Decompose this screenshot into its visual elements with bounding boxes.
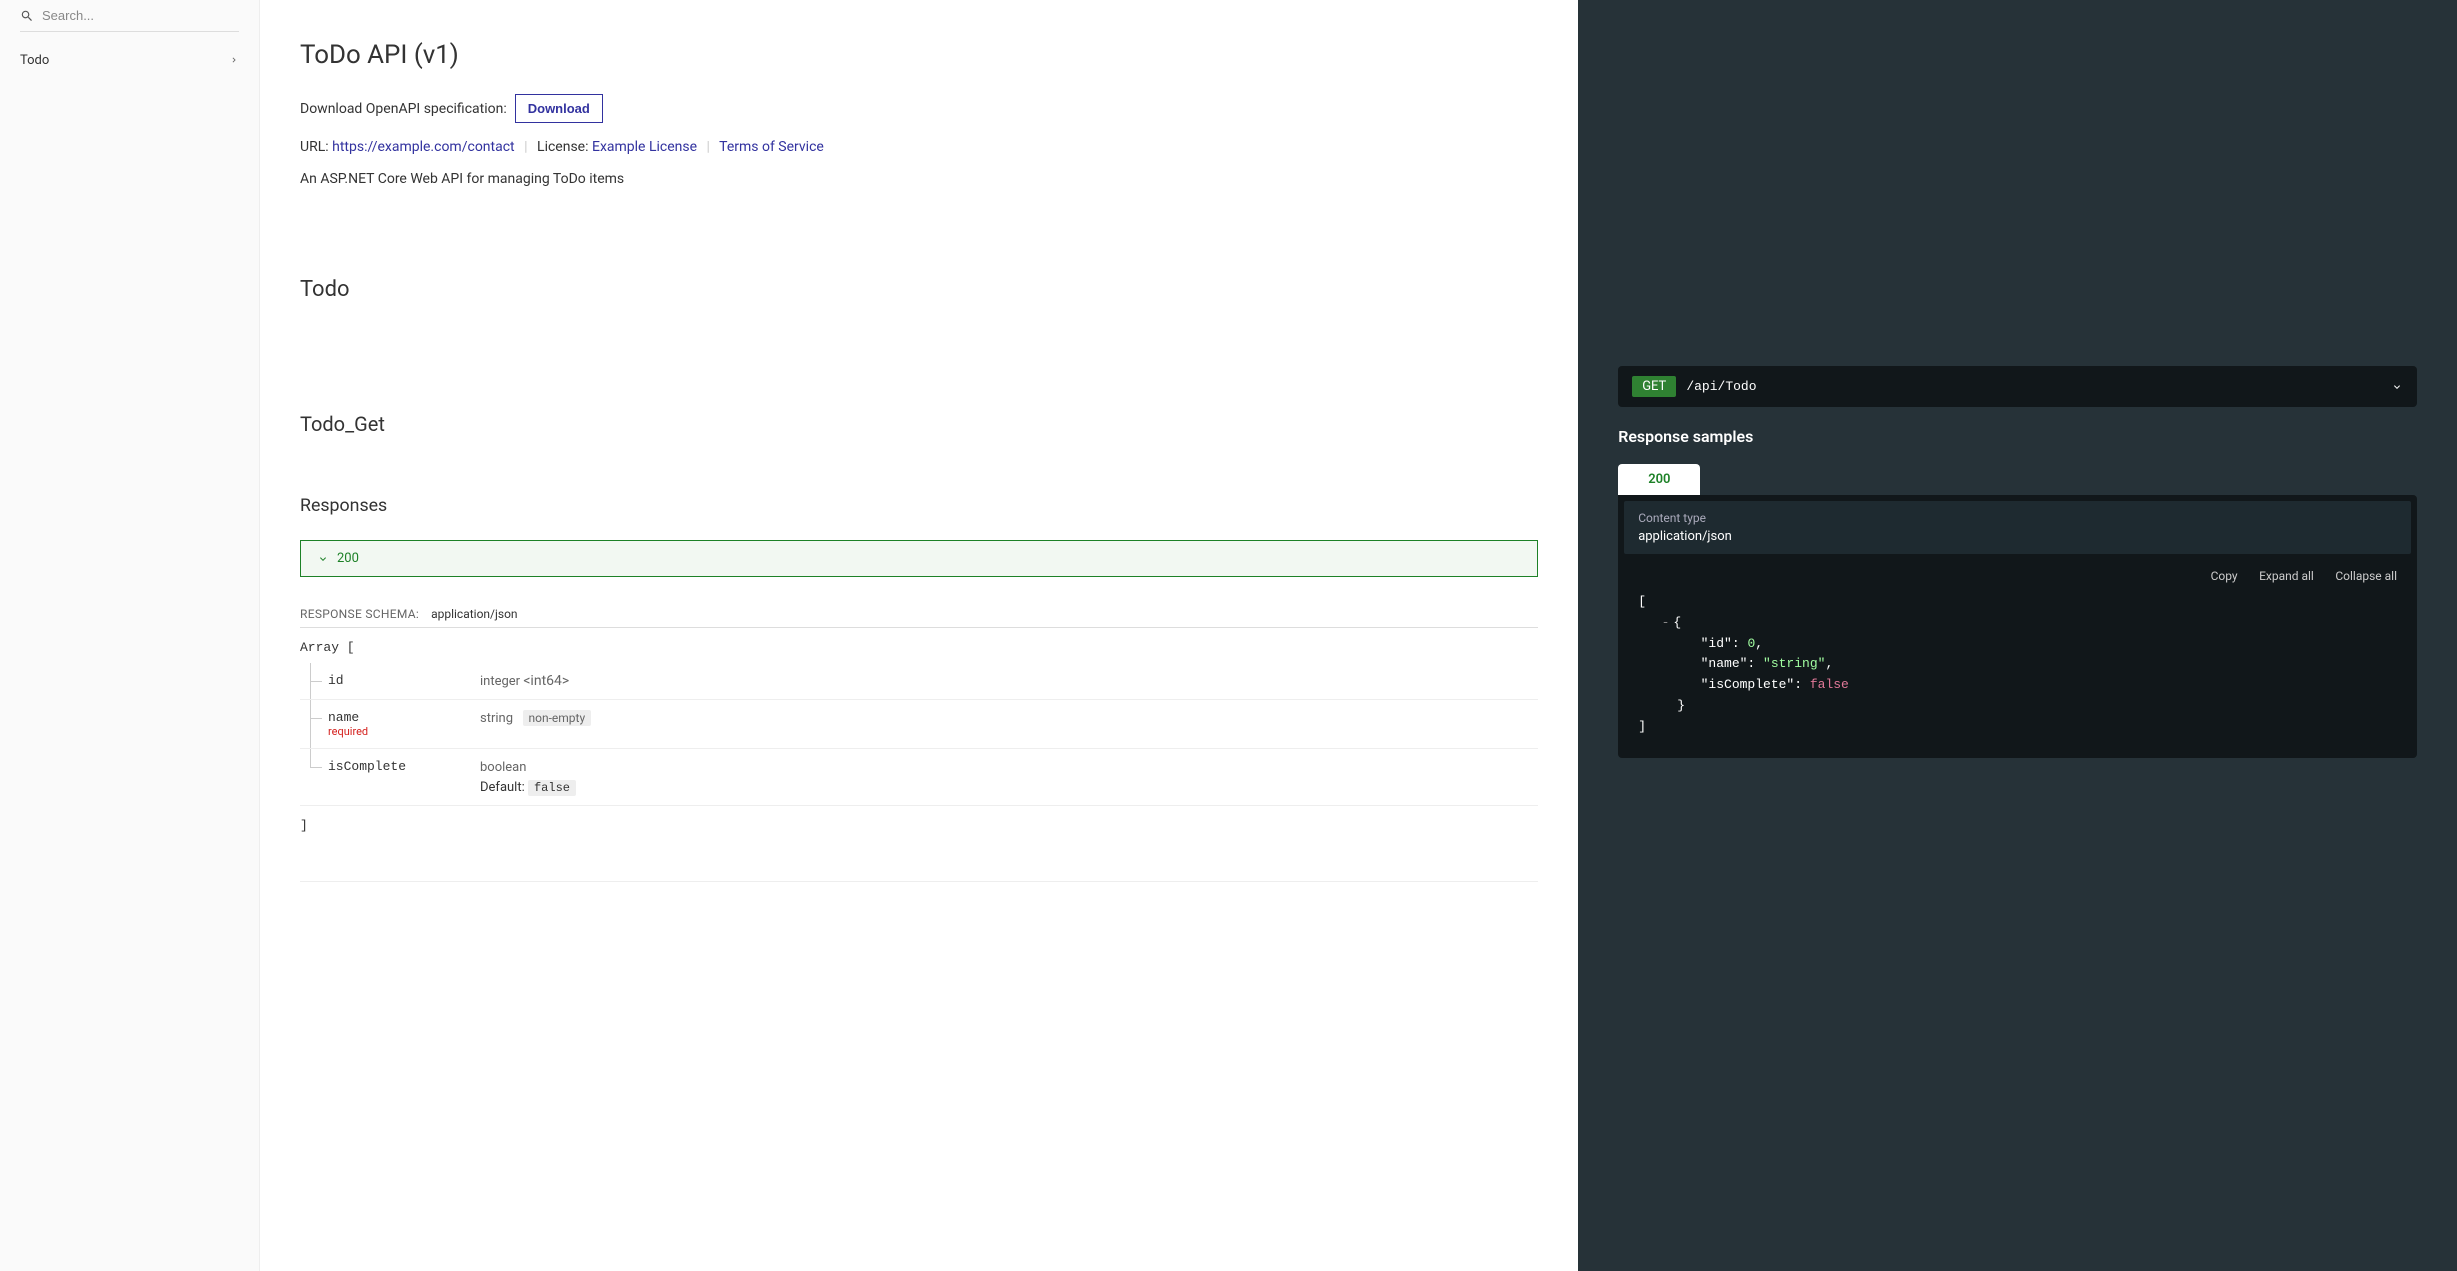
collapse-toggle[interactable]: - [1662,615,1670,630]
section-divider [300,881,1538,882]
chevron-down-icon [2391,381,2403,393]
sample-tabs: 200 [1618,464,2417,495]
default-value: false [528,780,576,796]
prop-row: isComplete boolean Default: false [300,749,1538,806]
separator: | [707,139,710,155]
download-button[interactable]: Download [515,94,603,123]
search-input[interactable] [42,8,239,23]
tab-200[interactable]: 200 [1618,464,1700,495]
api-title: ToDo API (v1) [300,40,1538,70]
content-column: ToDo API (v1) Download OpenAPI specifica… [260,0,1578,1271]
prop-name-cell[interactable]: name required [300,700,480,749]
responses-heading: Responses [300,496,1538,516]
code-actions: Copy Expand all Collapse all [1624,564,2411,592]
tag-heading: Todo [300,277,1538,302]
prop-name: id [328,673,344,688]
content-type-value: application/json [1638,529,2397,544]
prop-type: string [480,711,513,726]
tos-link[interactable]: Terms of Service [719,139,824,155]
sidebar-item-label: Todo [20,53,49,68]
default-label: Default: [480,780,528,795]
operation-heading: Todo_Get [300,412,1538,436]
url-label: URL: [300,139,332,155]
prop-type: integer [480,674,523,689]
prop-row: name required string non-empty [300,700,1538,749]
prop-type-cell: boolean Default: false [480,749,1538,806]
expand-all-button[interactable]: Expand all [2259,569,2314,583]
nonempty-badge: non-empty [523,710,592,726]
json-sample: [ -{ "id": 0, "name": "string", "isCompl… [1624,592,2411,752]
search-underline [20,31,239,32]
prop-type-cell: integer <int64> [480,663,1538,700]
prop-format: <int64> [523,673,569,689]
separator: | [524,139,527,155]
contact-url-link[interactable]: https://example.com/contact [332,139,515,155]
search-box[interactable] [0,0,259,31]
spec-label: Download OpenAPI specification: [300,101,507,117]
api-description: An ASP.NET Core Web API for managing ToD… [300,171,1538,187]
response-200-toggle[interactable]: 200 [300,540,1538,577]
prop-name-cell[interactable]: isComplete [300,749,480,806]
prop-name-cell[interactable]: id [300,663,480,700]
schema-table: id integer <int64> name required string … [300,663,1538,806]
prop-name: isComplete [328,759,406,774]
content-type-label: Content type [1638,511,2397,525]
meta-line: URL: https://example.com/contact | Licen… [300,139,1538,155]
license-link[interactable]: Example License [592,139,697,155]
response-samples-heading: Response samples [1618,427,2417,446]
schema-label: RESPONSE SCHEMA: [300,607,419,621]
chevron-right-icon [229,55,239,65]
array-open: Array [ [300,640,1538,655]
search-icon [20,9,34,23]
prop-row: id integer <int64> [300,663,1538,700]
sidebar: Todo [0,0,260,1271]
chevron-down-icon [317,553,329,565]
license-label: License: [537,139,592,155]
array-close: ] [300,818,1538,833]
http-method-badge: GET [1632,376,1676,397]
spec-download-line: Download OpenAPI specification: Download [300,94,1538,123]
collapse-all-button[interactable]: Collapse all [2335,569,2397,583]
schema-header: RESPONSE SCHEMA: application/json [300,607,1538,628]
copy-button[interactable]: Copy [2211,569,2238,583]
content-type-selector[interactable]: Content type application/json [1624,501,2411,554]
prop-name: name [328,710,359,725]
required-label: required [328,725,480,738]
prop-type: boolean [480,760,526,775]
prop-type-cell: string non-empty [480,700,1538,749]
samples-column: GET /api/Todo Response samples 200 Conte… [1578,0,2457,1271]
schema-content-type: application/json [431,607,517,621]
sidebar-item-todo[interactable]: Todo [0,40,259,80]
endpoint-bar[interactable]: GET /api/Todo [1618,366,2417,407]
response-code: 200 [337,551,359,566]
sample-box: Content type application/json Copy Expan… [1618,495,2417,758]
main-scroll[interactable]: ToDo API (v1) Download OpenAPI specifica… [260,0,2457,1271]
endpoint-path: /api/Todo [1686,379,2391,394]
